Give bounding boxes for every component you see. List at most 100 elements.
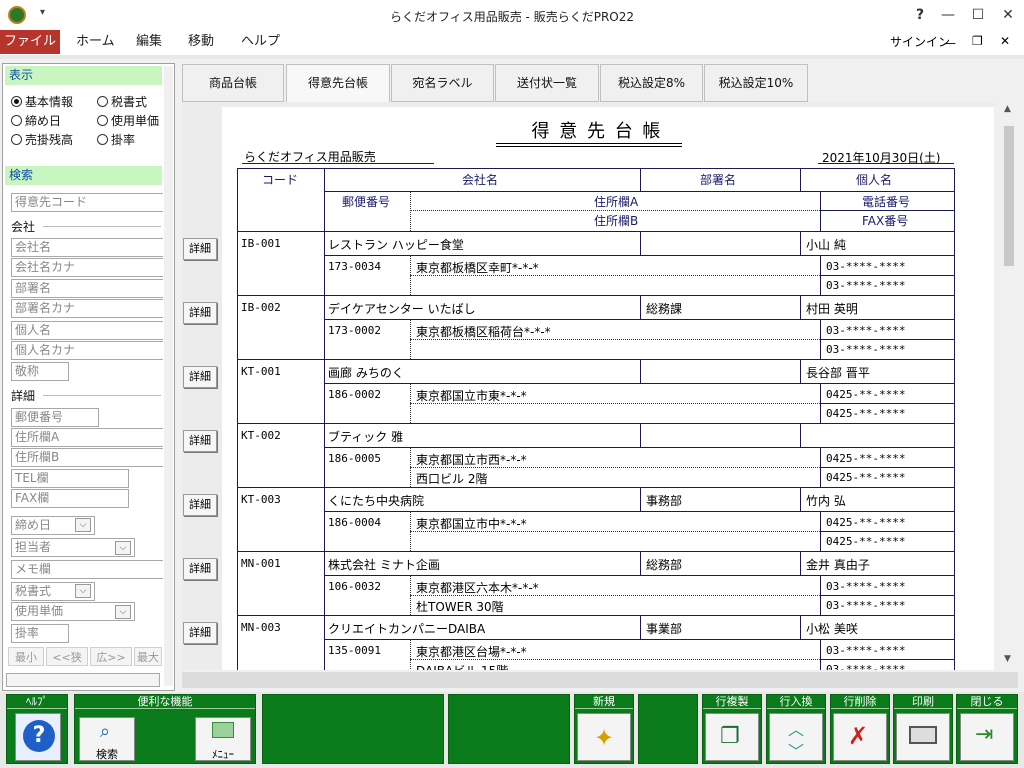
tab-products[interactable]: 商品台帳 [182, 64, 284, 102]
address-a-field[interactable]: 住所欄A [11, 428, 163, 447]
detail-button[interactable]: 詳細 [183, 558, 217, 580]
radio-receivables[interactable]: 売掛残高 [11, 132, 73, 148]
quick-access-dropdown-icon[interactable]: ▾ [40, 7, 45, 18]
table-dotted-vline [410, 447, 411, 487]
left-hscroll[interactable] [6, 673, 160, 687]
zoom-max-button[interactable]: 最大 [134, 647, 162, 666]
scroll-down-icon[interactable]: ▼ [1004, 654, 1011, 664]
table-line [324, 319, 954, 320]
tab-tax-10[interactable]: 税込設定10% [704, 64, 808, 102]
delete-row-button[interactable]: ✗ [833, 713, 887, 761]
vertical-scrollbar[interactable]: ▲ ▼ [1000, 102, 1018, 670]
scroll-thumb[interactable] [1004, 126, 1014, 266]
radio-basic-info[interactable]: 基本情報 [11, 94, 73, 110]
radio-closing-day[interactable]: 締め日 [11, 113, 61, 129]
radio-label: 税書式 [111, 95, 148, 109]
table-line [800, 359, 801, 383]
swap-row-button[interactable]: ︿ ﹀ [769, 713, 823, 761]
detail-button[interactable]: 詳細 [183, 430, 217, 452]
ribbon-close-button[interactable]: ✕ [1000, 34, 1010, 48]
ribbon-tab-move[interactable]: 移動 [188, 30, 214, 54]
radio-rate[interactable]: 掛率 [97, 132, 135, 148]
customer-code: KT-001 [241, 365, 281, 378]
detail-button[interactable]: 詳細 [183, 238, 217, 260]
scroll-up-icon[interactable]: ▲ [1004, 104, 1011, 114]
close-window-button[interactable]: ✕ [996, 4, 1020, 26]
zip-cell: 135-0091 [328, 644, 381, 657]
header-tel: 電話番号 [862, 195, 911, 209]
header-address-b: 住所欄B [594, 214, 639, 228]
maximize-button[interactable]: ☐ [966, 4, 990, 26]
table-line [820, 339, 954, 340]
zoom-wide-button[interactable]: 広>> [90, 647, 132, 666]
ribbon-minimize-button[interactable]: — [944, 36, 956, 50]
detail-button[interactable]: 詳細 [183, 302, 217, 324]
left-panel-scrollbar[interactable] [164, 66, 173, 686]
dept-name-field[interactable]: 部署名 [11, 279, 163, 298]
ribbon-tab-home[interactable]: ホーム [76, 30, 115, 54]
ribbon-tab-file[interactable]: ファイル [0, 30, 60, 54]
help-icon[interactable]: ? [908, 4, 932, 26]
chevron-down-icon[interactable]: ⌵ [75, 584, 91, 598]
chevron-down-icon[interactable]: ⌵ [115, 605, 131, 619]
fax-field[interactable]: FAX欄 [11, 489, 129, 508]
detail-button[interactable]: 詳細 [183, 366, 217, 388]
new-document-icon: ✦ [594, 724, 615, 752]
close-button[interactable]: ⇥ [960, 713, 1014, 761]
memo-field[interactable]: メモ欄 [11, 560, 163, 579]
person-kana-field[interactable]: 個人名カナ [11, 341, 163, 360]
close-group: 閉じる ⇥ [956, 694, 1018, 764]
help-button[interactable]: ? [15, 713, 61, 761]
person-name-field[interactable]: 個人名 [11, 321, 163, 340]
zip-cell: 186-0002 [328, 388, 381, 401]
person-cell: 竹内 弘 [806, 494, 846, 508]
customer-code: MN-003 [241, 621, 281, 634]
ribbon-tab-help[interactable]: ヘルプ [241, 30, 280, 54]
company-name-field[interactable]: 会社名 [11, 238, 163, 257]
detail-button[interactable]: 詳細 [183, 622, 217, 644]
ribbon-tab-edit[interactable]: 編集 [136, 30, 162, 54]
tel-cell: 03-****-**** [826, 260, 906, 273]
new-group: 新規 ✦ [574, 694, 634, 764]
rate-field[interactable]: 掛率 [11, 624, 69, 643]
tel-cell: 03-****-**** [826, 644, 906, 657]
company-kana-field[interactable]: 会社名カナ [11, 258, 163, 277]
fax-cell: 03-****-**** [826, 279, 906, 292]
print-button[interactable] [896, 713, 950, 761]
radio-tax-format[interactable]: 税書式 [97, 94, 147, 110]
divider [43, 395, 161, 396]
row-separator [237, 551, 954, 552]
chevron-down-icon[interactable]: ⌵ [75, 518, 91, 532]
new-button[interactable]: ✦ [577, 713, 631, 761]
tel-field[interactable]: TEL欄 [11, 469, 129, 488]
zip-field[interactable]: 郵便番号 [11, 408, 99, 427]
zoom-min-button[interactable]: 最小 [8, 647, 44, 666]
table-line [640, 551, 641, 575]
honorific-field[interactable]: 敬称 [11, 362, 69, 381]
copy-row-button[interactable]: ❐ [705, 713, 759, 761]
chevron-down-icon[interactable]: ⌵ [115, 541, 131, 555]
zoom-narrow-button[interactable]: <<狭 [46, 647, 88, 666]
dept-kana-field[interactable]: 部署名カナ [11, 299, 163, 318]
radio-unit-price[interactable]: 使用単価 [97, 113, 159, 129]
customer-code-field[interactable]: 得意先コード [11, 193, 163, 212]
signin-link[interactable]: サインイン [890, 33, 950, 50]
ribbon-restore-button[interactable]: ❐ [972, 34, 983, 48]
minimize-button[interactable]: — [936, 4, 960, 26]
search-button[interactable]: ⌕ 検索 [79, 717, 135, 761]
customer-code: IB-002 [241, 301, 281, 314]
app-logo-icon [8, 6, 26, 24]
tab-address-labels[interactable]: 宛名ラベル [391, 64, 494, 102]
tel-cell: 0425-**-**** [826, 388, 906, 401]
company-name-cell: デイケアセンター いたばし [328, 302, 476, 316]
menu-button[interactable]: ﾒﾆｭｰ [195, 717, 251, 761]
detail-button[interactable]: 詳細 [183, 494, 217, 516]
swap-row-group: 行入換 ︿ ﹀ [766, 694, 826, 764]
tab-customers[interactable]: 得意先台帳 [286, 64, 390, 104]
address-a-cell: 東京都港区六本木*-*-* [416, 581, 539, 595]
horizontal-scrollbar[interactable] [182, 672, 1018, 688]
tab-cover-letters[interactable]: 送付状一覧 [495, 64, 599, 102]
address-b-field[interactable]: 住所欄B [11, 448, 163, 467]
tab-tax-8[interactable]: 税込設定8% [600, 64, 703, 102]
zip-cell: 106-0032 [328, 580, 381, 593]
